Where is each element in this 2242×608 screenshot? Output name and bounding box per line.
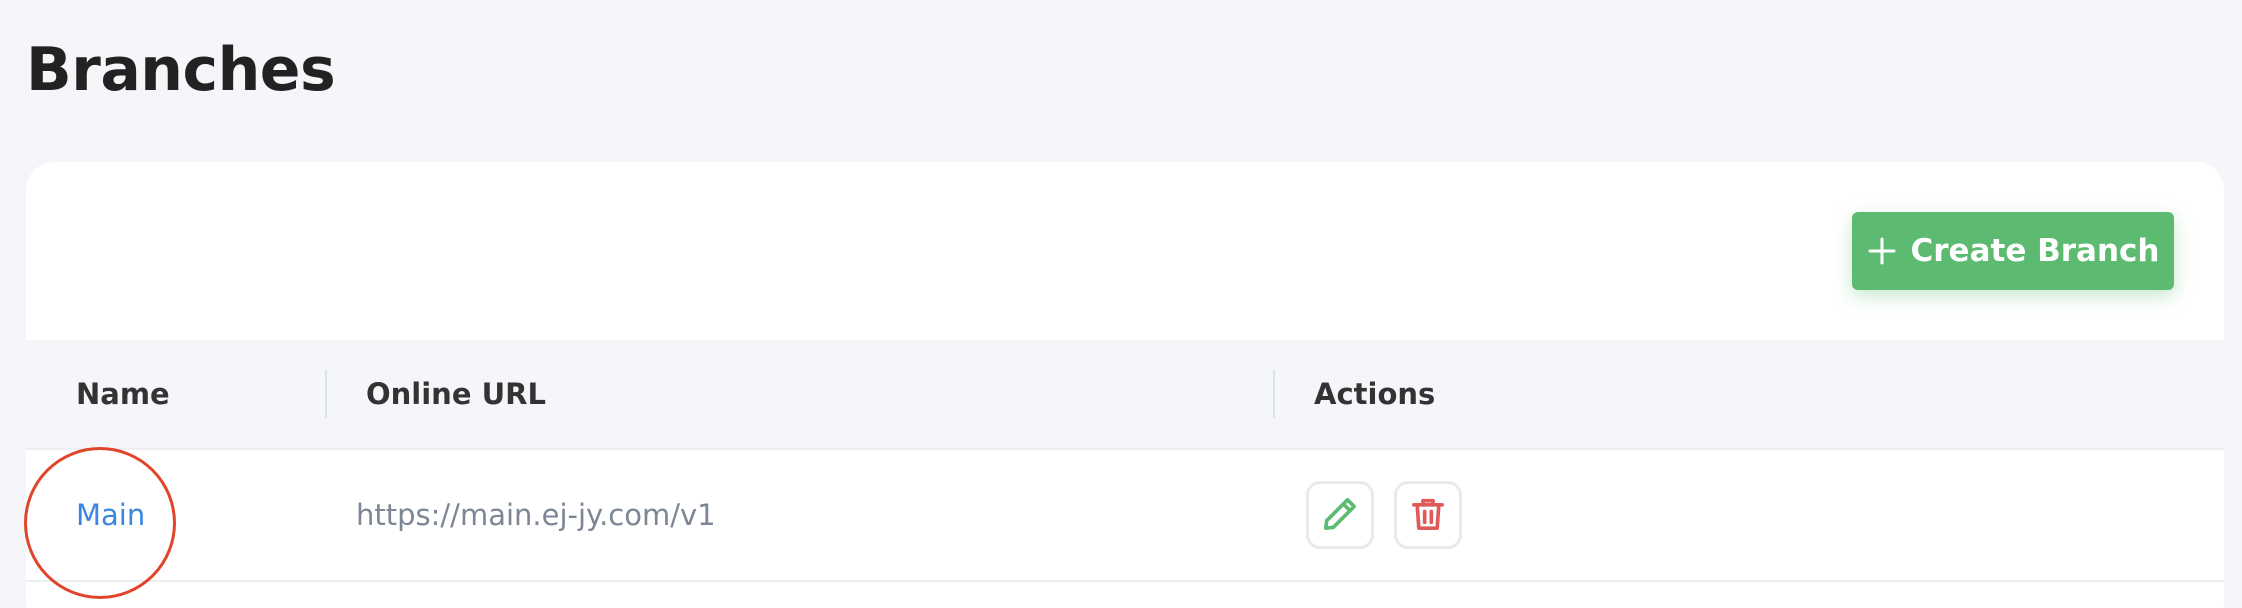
pencil-icon (1320, 494, 1360, 537)
delete-branch-button[interactable] (1394, 481, 1462, 549)
branch-name-link[interactable]: Main (76, 450, 145, 580)
edit-branch-button[interactable] (1306, 481, 1374, 549)
column-divider (325, 370, 327, 418)
page-title: Branches (26, 35, 336, 105)
column-header-online-url[interactable]: Online URL (366, 340, 546, 448)
branches-card: Create Branch Name Online URL Actions Ma… (26, 162, 2224, 608)
plus-icon (1867, 236, 1897, 266)
column-header-actions: Actions (1314, 377, 1436, 411)
column-divider (1273, 370, 1275, 418)
branches-page: Branches Create Branch Name Online URL A… (0, 0, 2242, 608)
column-header-name[interactable]: Name (76, 340, 170, 448)
table-row: Main https://main.ej-jy.com/v1 (26, 450, 2224, 582)
create-branch-label: Create Branch (1910, 233, 2160, 269)
row-actions (1306, 450, 1462, 580)
toolbar: Create Branch (26, 162, 2224, 340)
table-header: Name Online URL Actions (26, 340, 2224, 450)
trash-icon (1408, 494, 1448, 537)
create-branch-button[interactable]: Create Branch (1852, 212, 2174, 290)
branch-online-url: https://main.ej-jy.com/v1 (356, 498, 716, 532)
